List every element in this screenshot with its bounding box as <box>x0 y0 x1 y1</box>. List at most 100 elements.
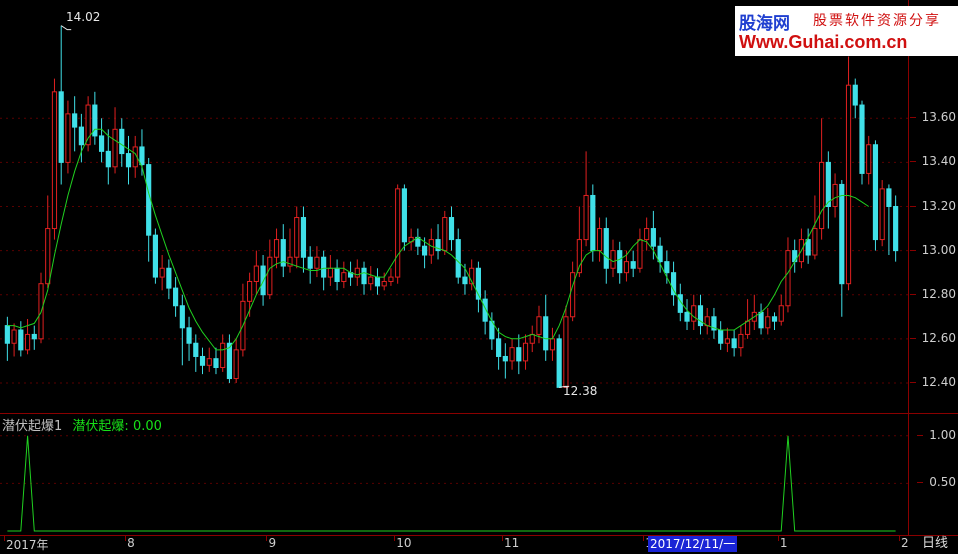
candle[interactable] <box>4 316 10 361</box>
candle[interactable] <box>691 294 697 331</box>
candle[interactable] <box>724 327 730 353</box>
candle[interactable] <box>58 25 64 185</box>
candle[interactable] <box>334 259 340 291</box>
candle[interactable] <box>502 343 508 379</box>
candle[interactable] <box>771 312 778 331</box>
candle[interactable] <box>839 180 845 317</box>
candle[interactable] <box>220 334 226 372</box>
candle[interactable] <box>435 224 441 260</box>
candle[interactable] <box>543 294 549 361</box>
candle[interactable] <box>159 255 165 291</box>
candle[interactable] <box>45 195 51 289</box>
candle[interactable] <box>226 334 233 383</box>
candle[interactable] <box>408 228 414 251</box>
candle[interactable] <box>119 118 125 167</box>
candle[interactable] <box>374 268 381 295</box>
candle[interactable] <box>751 294 757 331</box>
candle[interactable] <box>644 217 650 251</box>
candle[interactable] <box>630 250 636 278</box>
candle[interactable] <box>697 294 704 335</box>
candle[interactable] <box>199 347 206 375</box>
candle[interactable] <box>31 325 37 350</box>
candle[interactable] <box>758 303 764 335</box>
candle[interactable] <box>347 261 354 286</box>
candle[interactable] <box>18 321 24 357</box>
candle[interactable] <box>186 316 192 361</box>
candle[interactable] <box>253 250 259 295</box>
candle[interactable] <box>448 206 455 251</box>
kline-chart[interactable] <box>0 0 908 413</box>
candle[interactable] <box>395 184 401 284</box>
candle[interactable] <box>684 299 690 331</box>
candle[interactable] <box>85 96 91 152</box>
candle[interactable] <box>778 294 784 326</box>
candle[interactable] <box>596 217 603 262</box>
candle[interactable] <box>872 140 879 251</box>
candle[interactable] <box>718 321 724 350</box>
candle[interactable] <box>516 334 522 375</box>
candle[interactable] <box>825 151 831 229</box>
candle[interactable] <box>617 241 623 284</box>
candle[interactable] <box>368 266 374 291</box>
candle[interactable] <box>496 327 502 370</box>
indicator-label[interactable]: 潜伏起爆1 <box>2 419 62 434</box>
candle[interactable] <box>354 259 360 286</box>
candle[interactable] <box>166 259 172 300</box>
candle[interactable] <box>670 261 677 306</box>
candle[interactable] <box>711 307 717 339</box>
candle[interactable] <box>745 299 751 339</box>
candle[interactable] <box>415 228 421 256</box>
candle[interactable] <box>173 277 179 317</box>
candle[interactable] <box>233 338 239 383</box>
candle[interactable] <box>845 56 852 291</box>
candle[interactable] <box>650 210 656 260</box>
candle[interactable] <box>260 255 266 306</box>
candle[interactable] <box>300 206 307 273</box>
candle[interactable] <box>475 261 482 313</box>
candle[interactable] <box>482 290 488 335</box>
candle[interactable] <box>455 228 461 284</box>
candle[interactable] <box>522 334 529 370</box>
candle[interactable] <box>98 118 105 163</box>
candle[interactable] <box>738 325 744 357</box>
candle[interactable] <box>610 239 616 278</box>
candle[interactable] <box>886 184 892 256</box>
candle[interactable] <box>603 217 609 284</box>
candle[interactable] <box>321 250 327 291</box>
candle[interactable] <box>361 261 367 295</box>
candle[interactable] <box>859 100 865 185</box>
candle[interactable] <box>294 206 300 269</box>
candle[interactable] <box>704 307 710 335</box>
candle[interactable] <box>536 305 542 344</box>
candle[interactable] <box>401 184 407 251</box>
candle[interactable] <box>105 129 111 185</box>
candle[interactable] <box>92 91 98 145</box>
candle[interactable] <box>549 327 556 361</box>
candle[interactable] <box>731 330 737 357</box>
candle[interactable] <box>765 307 771 335</box>
candle[interactable] <box>893 195 899 262</box>
candle[interactable] <box>583 151 589 247</box>
candle[interactable] <box>590 184 596 262</box>
candle[interactable] <box>146 157 152 262</box>
candle[interactable] <box>273 228 280 269</box>
candle[interactable] <box>206 347 212 372</box>
candle[interactable] <box>819 118 825 240</box>
candle[interactable] <box>556 334 562 388</box>
candle[interactable] <box>388 268 394 286</box>
candle[interactable] <box>65 100 71 174</box>
candle[interactable] <box>866 135 872 185</box>
candle[interactable] <box>879 180 885 247</box>
candle[interactable] <box>664 250 670 284</box>
candle[interactable] <box>832 173 838 218</box>
candle[interactable] <box>307 246 313 284</box>
candle[interactable] <box>179 294 185 366</box>
candle[interactable] <box>139 129 145 176</box>
candle[interactable] <box>125 135 132 185</box>
candle[interactable] <box>792 239 798 273</box>
candle[interactable] <box>152 228 158 284</box>
candle[interactable] <box>509 338 515 370</box>
candle[interactable] <box>72 96 78 152</box>
candle[interactable] <box>193 334 199 372</box>
candle[interactable] <box>11 323 17 357</box>
